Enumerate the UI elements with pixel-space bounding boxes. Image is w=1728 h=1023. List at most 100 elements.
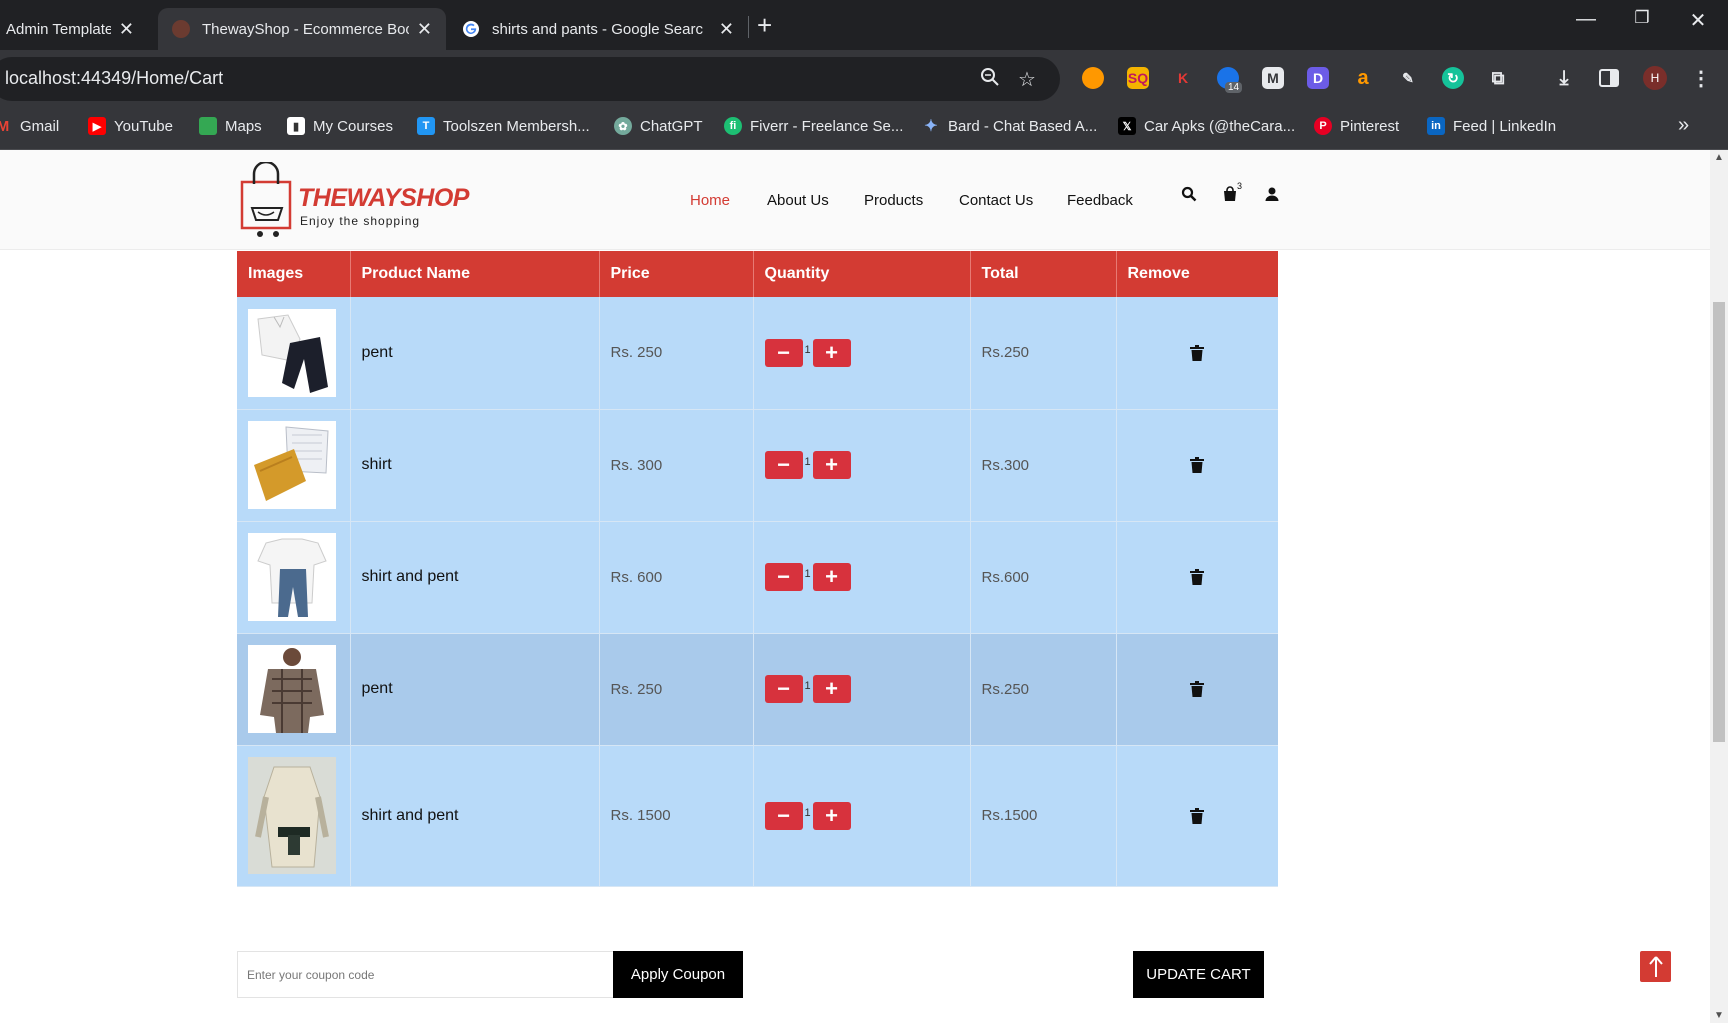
bookmark-my-courses[interactable]: ▮ My Courses [287,117,393,135]
trash-icon[interactable] [1190,681,1205,697]
download-icon[interactable]: ⤓ [1553,67,1575,89]
decrease-quantity-button[interactable]: − [764,338,803,367]
bookmark-youtube[interactable]: ▶ YouTube [88,117,173,135]
maps-icon [199,117,217,135]
cart-row: pent Rs. 250 − 1 + Rs.250 [237,633,1278,746]
tab-google-search[interactable]: shirts and pants - Google Searc ✕ [448,8,748,50]
google-favicon-icon [462,20,480,38]
bookmark-bard[interactable]: ✦ Bard - Chat Based A... [922,117,1097,136]
cart-header-row: Images Product Name Price Quantity Total… [237,251,1278,297]
col-header-images: Images [237,251,351,297]
product-image[interactable] [248,421,336,509]
tab-admin-template[interactable]: Admin Template ✕ [0,8,148,50]
increase-quantity-button[interactable]: + [812,338,851,367]
col-header-total: Total [970,251,1117,297]
extension-amazon-icon[interactable]: a [1352,67,1374,89]
shopping-bag-logo-icon [240,160,292,237]
increase-quantity-button[interactable]: + [812,801,851,830]
close-tab-icon[interactable]: ✕ [719,19,734,40]
extension-eyedropper-icon[interactable]: ✎ [1397,67,1419,89]
trash-icon[interactable] [1190,344,1205,361]
shopping-bag-icon[interactable]: 3 [1222,181,1242,206]
decrease-quantity-button[interactable]: − [764,675,803,703]
minus-icon: − [777,564,790,589]
nav-about-us[interactable]: About Us [767,192,829,209]
trash-icon[interactable] [1190,569,1205,585]
restore-icon[interactable]: ❐ [1622,8,1662,28]
profile-avatar[interactable]: H [1643,66,1667,90]
update-cart-button[interactable]: UPDATE CART [1133,951,1264,998]
nav-home[interactable]: Home [690,192,730,209]
product-name: pent [350,633,600,746]
plus-icon: + [825,676,838,701]
close-tab-icon[interactable]: ✕ [119,19,134,40]
increase-quantity-button[interactable]: + [812,563,851,591]
bookmark-linkedin[interactable]: in Feed | LinkedIn [1427,117,1556,135]
minus-icon: − [777,802,790,828]
nav-feedback[interactable]: Feedback [1067,192,1133,209]
extension-k-icon[interactable]: K [1172,67,1194,89]
extension-m-icon[interactable]: M [1262,67,1284,89]
product-image[interactable] [248,757,336,874]
bookmark-pinterest[interactable]: P Pinterest [1314,117,1399,135]
scrollbar-thumb[interactable] [1713,302,1725,742]
minimize-icon[interactable]: — [1566,8,1606,31]
tab-thewayshop[interactable]: ThewayShop - Ecommerce Boot ✕ [158,8,446,50]
nav-products[interactable]: Products [864,192,923,209]
extension-d-icon[interactable]: D [1307,67,1329,89]
trash-icon[interactable] [1190,457,1205,473]
decrease-quantity-button[interactable]: − [764,801,803,830]
product-image[interactable] [248,533,336,621]
increase-quantity-button[interactable]: + [812,675,851,703]
extension-firefox-like-icon[interactable] [1082,67,1104,89]
quantity-value: 1 [804,806,811,819]
search-icon[interactable] [1181,186,1201,206]
close-tab-icon[interactable]: ✕ [417,19,432,40]
product-price: Rs. 600 [599,521,754,634]
bookmark-gmail[interactable]: M Gmail [0,117,59,135]
bookmark-maps[interactable]: Maps [199,117,262,135]
user-icon[interactable] [1264,186,1284,206]
bookmark-star-icon[interactable]: ☆ [1018,67,1036,92]
trash-icon[interactable] [1190,807,1205,824]
product-image[interactable] [248,645,336,733]
extension-badge: 14 [1225,82,1243,93]
cart-row: shirt and pent Rs. 600 − 1 + Rs.600 [237,521,1278,634]
col-header-product-name: Product Name [350,251,600,297]
close-window-icon[interactable]: ✕ [1678,8,1718,33]
scroll-down-arrow-icon[interactable]: ▼ [1714,1010,1724,1021]
address-bar[interactable]: localhost:44349/Home/Cart ☆ [0,57,1060,101]
product-price: Rs. 1500 [599,745,754,887]
decrease-quantity-button[interactable]: − [764,451,803,479]
apply-coupon-button[interactable]: Apply Coupon [613,951,743,998]
nav-contact-us[interactable]: Contact Us [959,192,1033,209]
scroll-up-arrow-icon[interactable]: ▲ [1714,152,1724,163]
extension-sq-icon[interactable]: SQ [1127,67,1149,89]
decrease-quantity-button[interactable]: − [764,563,803,591]
new-tab-button[interactable]: + [757,10,772,41]
quantity-stepper: − 1 + [764,801,959,830]
side-panel-icon[interactable] [1598,67,1620,89]
product-image[interactable] [248,308,336,397]
cart-row: shirt and pent Rs. 1500 − 1 + Rs.1500 [237,745,1278,887]
toolszen-icon: T [417,117,435,135]
cart-table: Images Product Name Price Quantity Total… [237,251,1278,887]
bookmark-car-apks[interactable]: 𝕏 Car Apks (@theCara... [1118,117,1295,135]
site-logo[interactable]: THEWAYSHOP Enjoy the shopping [236,160,469,240]
extensions-puzzle-icon[interactable]: ⧉ [1487,67,1509,89]
zoom-icon[interactable] [980,67,1000,93]
page-scrollbar[interactable]: ▲ ▼ [1710,150,1728,1023]
product-total: Rs.250 [970,633,1117,746]
browser-menu-icon[interactable]: ⋮ [1690,67,1712,90]
coupon-code-input[interactable] [237,951,614,998]
page-viewport: THEWAYSHOP Enjoy the shopping Home About… [0,150,1710,1023]
bookmarks-overflow-icon[interactable]: » [1678,114,1689,137]
bookmark-fiverr[interactable]: fi Fiverr - Freelance Se... [724,117,903,135]
bookmark-toolszen[interactable]: T Toolszen Membersh... [417,117,590,135]
product-total: Rs.1500 [970,745,1117,887]
bookmark-chatgpt[interactable]: ✿ ChatGPT [614,117,703,135]
increase-quantity-button[interactable]: + [812,451,851,479]
back-to-top-button[interactable] [1640,951,1671,982]
extension-grammarly-icon[interactable]: ↻ [1442,67,1464,89]
plus-icon: + [825,339,838,365]
